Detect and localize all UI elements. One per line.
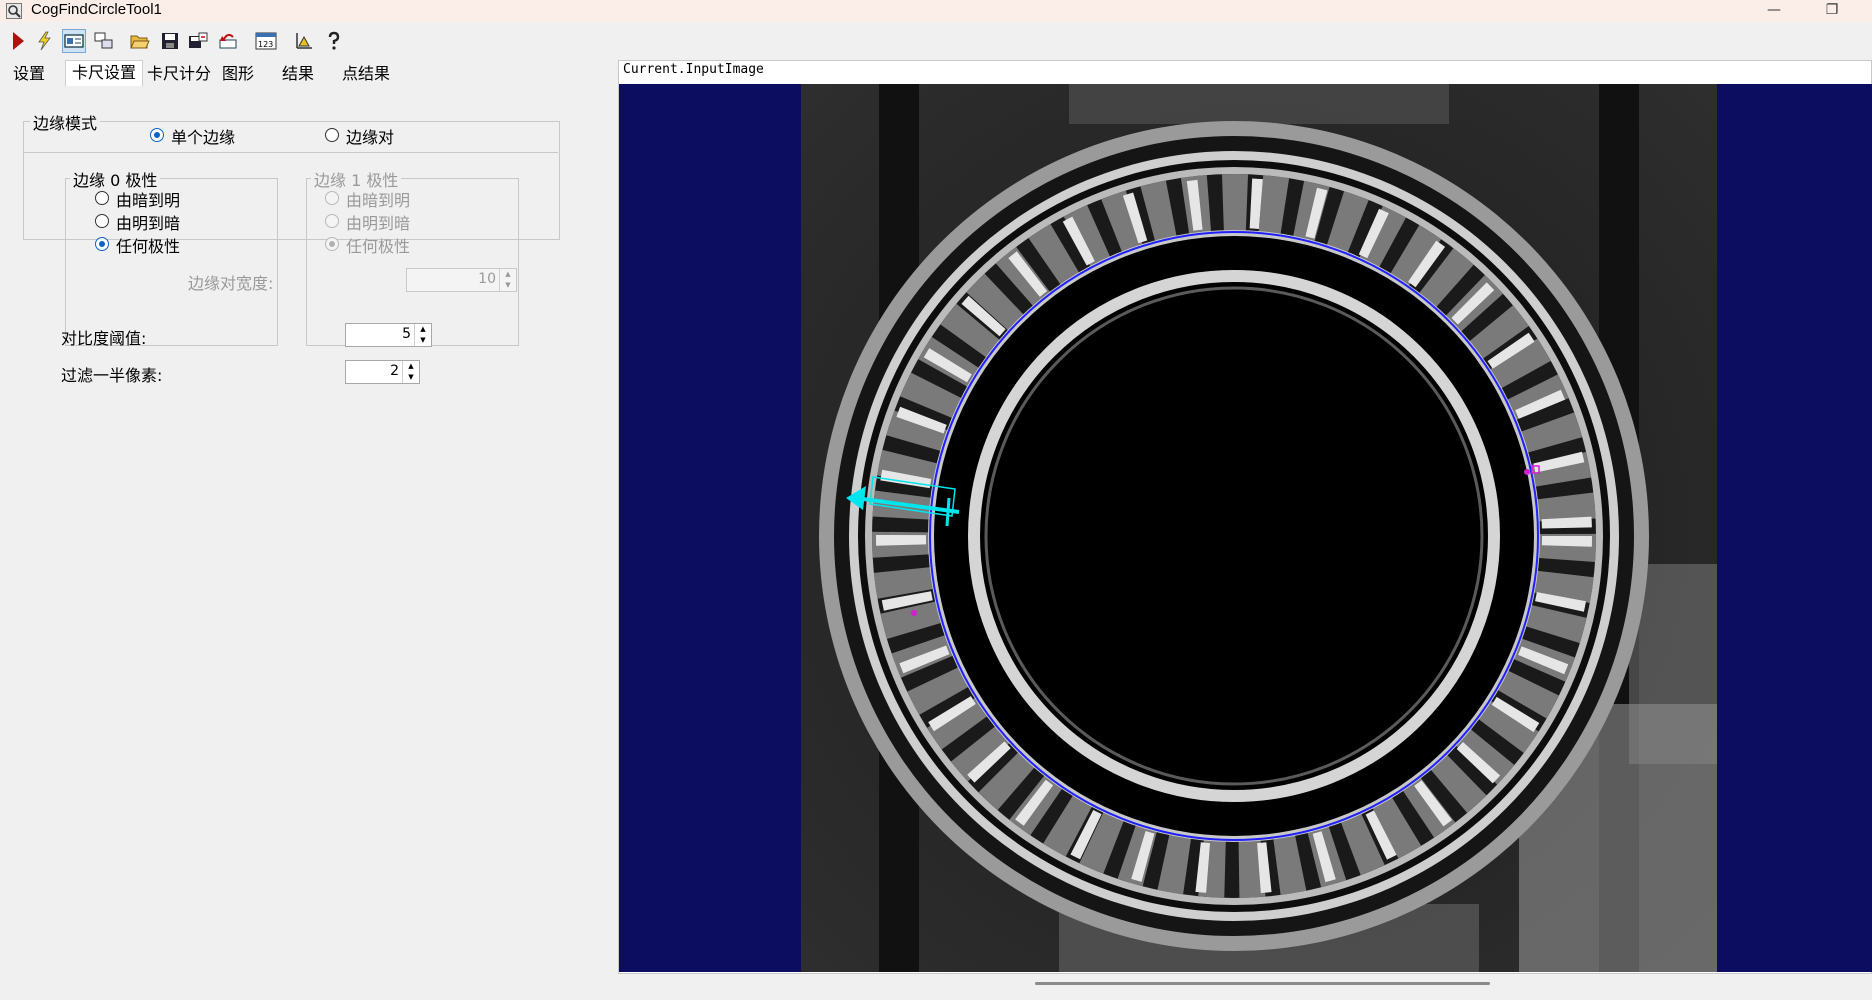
single-edge-label[interactable]: 单个边缘 <box>171 124 235 148</box>
reset-button[interactable] <box>216 29 240 53</box>
tab-results[interactable]: 结果 <box>276 62 320 86</box>
edge1-light-to-dark-radio <box>325 214 339 228</box>
tab-settings[interactable]: 设置 <box>7 62 51 86</box>
edge1-any-polarity-label: 任何极性 <box>346 237 411 256</box>
edge1-dark-to-light-label: 由暗到明 <box>346 191 411 210</box>
edge-pair-width-label: 边缘对宽度: <box>188 274 274 293</box>
electric-icon <box>38 31 51 51</box>
tab-caliper-scoring[interactable]: 卡尺计分 <box>141 62 217 86</box>
window-title: CogFindCircleTool1 <box>31 1 162 18</box>
toggle-display-icon <box>94 32 113 49</box>
edge1-light-to-dark-label: 由明到暗 <box>346 214 411 233</box>
edge-pair-label[interactable]: 边缘对 <box>346 124 394 148</box>
numeric-display-button[interactable]: 123 <box>254 29 278 53</box>
numeric-display-icon: 123 <box>255 32 277 50</box>
save-as-icon <box>189 32 208 48</box>
spin-up-icon[interactable]: ▲ <box>403 361 419 372</box>
reset-icon <box>219 33 237 49</box>
help-button[interactable] <box>322 29 346 53</box>
edge-pair-width-value: 10 <box>478 271 496 287</box>
show-image-icon <box>64 34 84 48</box>
edge0-any-polarity-radio[interactable] <box>95 237 109 251</box>
edge0-any-polarity-label[interactable]: 任何极性 <box>116 233 180 257</box>
edge0-light-to-dark-radio[interactable] <box>95 214 109 228</box>
horizontal-scrollbar[interactable] <box>1035 982 1490 985</box>
open-button[interactable] <box>128 29 152 53</box>
save-as-button[interactable] <box>186 29 210 53</box>
status-bar <box>0 990 1872 1000</box>
toggle-display-button[interactable] <box>92 29 116 53</box>
edge1-polarity-group <box>306 178 519 346</box>
edge-pair-width-stepper: 10 ▲ ▼ <box>406 268 517 292</box>
contrast-threshold-stepper[interactable]: 5 ▲ ▼ <box>345 323 432 347</box>
app-icon <box>6 3 22 19</box>
minimize-button[interactable]: — <box>1754 0 1794 22</box>
tab-graphics[interactable]: 图形 <box>216 62 260 86</box>
svg-text:123: 123 <box>258 40 273 49</box>
edge-pair-width-arrows: ▲ ▼ <box>499 269 516 291</box>
save-icon <box>162 33 178 49</box>
single-edge-radio[interactable] <box>150 128 164 142</box>
spin-down-icon[interactable]: ▼ <box>415 335 431 346</box>
edge1-dark-to-light-radio <box>325 191 339 205</box>
title-bar: CogFindCircleTool1 — ❐ <box>0 0 1872 22</box>
help-icon <box>328 31 340 50</box>
run-button[interactable] <box>6 29 30 53</box>
edge-mode-label: 边缘模式 <box>30 110 101 134</box>
save-button[interactable] <box>158 29 182 53</box>
run-icon <box>13 32 24 50</box>
toolbar: 123 <box>0 24 1872 56</box>
edge-mode-divider <box>23 152 558 153</box>
filter-half-pixels-label: 过滤一半像素: <box>61 366 163 385</box>
graphics-button[interactable] <box>292 29 316 53</box>
contrast-threshold-value[interactable]: 5 <box>402 326 411 342</box>
edge-point <box>911 610 917 616</box>
image-canvas[interactable] <box>619 84 1872 972</box>
spin-up-icon: ▲ <box>505 270 511 278</box>
edge0-light-to-dark-label[interactable]: 由明到暗 <box>116 210 180 234</box>
open-icon <box>130 35 150 49</box>
edge0-dark-to-light-radio[interactable] <box>95 191 109 205</box>
caliper-settings-panel: 边缘模式 单个边缘 边缘对 边缘 0 极性 由暗到明 由明到暗 任何极性 边缘 … <box>0 86 612 990</box>
filter-half-pixels-arrows[interactable]: ▲ ▼ <box>402 361 419 383</box>
graphics-icon <box>296 33 312 49</box>
contrast-threshold-arrows[interactable]: ▲ ▼ <box>414 324 431 346</box>
spin-down-icon[interactable]: ▼ <box>403 372 419 383</box>
show-image-button[interactable] <box>62 29 86 53</box>
tab-strip: 设置 卡尺设置 卡尺计分 图形 结果 点结果 <box>0 60 610 87</box>
filter-half-pixels-stepper[interactable]: 2 ▲ ▼ <box>345 360 420 384</box>
edge1-any-polarity-radio <box>325 237 339 251</box>
spin-up-icon[interactable]: ▲ <box>415 324 431 335</box>
filter-half-pixels-value[interactable]: 2 <box>390 363 399 379</box>
spin-down-icon: ▼ <box>505 281 511 289</box>
electric-button[interactable] <box>32 29 56 53</box>
tab-point-results[interactable]: 点结果 <box>336 62 396 86</box>
restore-button[interactable]: ❐ <box>1812 0 1852 22</box>
edge-pair-radio[interactable] <box>325 128 339 142</box>
display-title: Current.InputImage <box>623 62 764 77</box>
tab-caliper-settings[interactable]: 卡尺设置 <box>65 60 144 87</box>
edge0-dark-to-light-label[interactable]: 由暗到明 <box>116 187 180 211</box>
contrast-threshold-label: 对比度阈值: <box>61 329 147 348</box>
